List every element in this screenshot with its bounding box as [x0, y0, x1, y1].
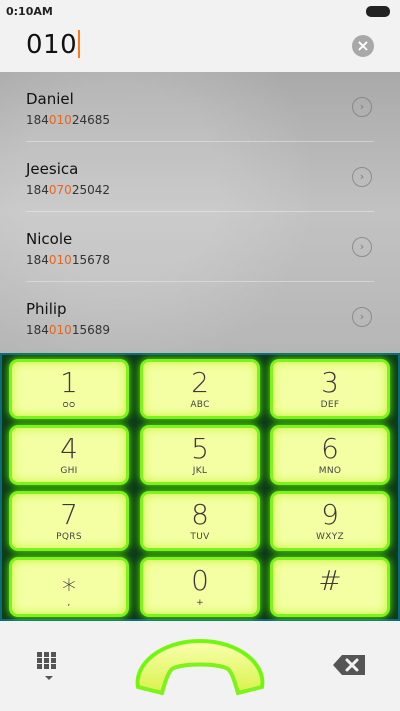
dial-input[interactable]: 010	[26, 30, 81, 60]
number-prefix: 184	[26, 323, 49, 337]
chevron-right-icon[interactable]: ›	[352, 97, 372, 117]
number-match: 010	[48, 113, 72, 127]
contact-number: 18407025042	[26, 183, 110, 197]
key-letters: ABC	[190, 400, 210, 410]
number-suffix: 15689	[71, 323, 110, 337]
key-digit: 5	[191, 432, 209, 465]
number-match: 010	[48, 323, 72, 337]
key-letters: GHI	[60, 466, 78, 476]
contact-number: 18401015678	[26, 253, 110, 267]
contact-name: Daniel	[26, 90, 74, 108]
key-digit: 2	[191, 366, 209, 399]
contact-name: Philip	[26, 300, 67, 318]
key-digit: 0	[191, 564, 209, 597]
key-letters: DEF	[320, 400, 340, 410]
dial-input-value: 010	[26, 30, 78, 60]
contact-number: 18401024685	[26, 113, 110, 127]
key-digit: 1	[60, 366, 78, 399]
chevron-right-icon[interactable]: ›	[352, 237, 372, 257]
key-3[interactable]: 3 DEF	[273, 362, 387, 416]
number-suffix: 25042	[71, 183, 110, 197]
chevron-right-icon[interactable]: ›	[352, 307, 372, 327]
key-letters: TUV	[190, 532, 210, 542]
key-4[interactable]: 4 GHI	[12, 428, 126, 482]
battery-icon	[366, 6, 390, 17]
key-digit: 6	[321, 432, 339, 465]
bottom-action-bar	[0, 621, 400, 711]
number-suffix: 24685	[71, 113, 110, 127]
key-1[interactable]: 1 ᴑᴑ	[12, 362, 126, 416]
key-5[interactable]: 5 JKL	[143, 428, 257, 482]
key-7[interactable]: 7 PQRS	[12, 494, 126, 548]
key-letters: WXYZ	[316, 532, 344, 542]
key-letters: PQRS	[56, 532, 82, 542]
dialpad-grid-icon[interactable]	[37, 652, 61, 680]
voicemail-icon: ᴑᴑ	[62, 400, 76, 410]
contact-name: Jeesica	[26, 160, 79, 178]
backspace-icon[interactable]	[332, 654, 366, 676]
key-letters: +	[196, 598, 204, 608]
key-digit: 7	[60, 498, 78, 531]
number-match: 070	[48, 183, 72, 197]
status-time: 0:10AM	[6, 5, 53, 18]
key-hash[interactable]: #	[273, 560, 387, 614]
key-digit: 9	[321, 498, 339, 531]
keypad: 1 ᴑᴑ 2 ABC 3 DEF 4 GHI 5 JKL 6 MNO 7 PQRS 8 TUV …	[0, 353, 400, 621]
dial-input-bar: 010 ×	[0, 22, 400, 72]
contact-row[interactable]: Jeesica 18407025042 ›	[0, 142, 400, 212]
key-digit: 8	[191, 498, 209, 531]
key-6[interactable]: 6 MNO	[273, 428, 387, 482]
chevron-right-icon[interactable]: ›	[352, 167, 372, 187]
contact-number: 18401015689	[26, 323, 110, 337]
contact-results-list: Daniel 18401024685 › Jeesica 18407025042…	[0, 72, 400, 353]
clear-icon[interactable]: ×	[352, 35, 374, 57]
contact-row[interactable]: Daniel 18401024685 ›	[0, 72, 400, 142]
key-star[interactable]: ⁎,	[12, 560, 126, 614]
status-bar: 0:10AM	[0, 0, 400, 22]
contact-row[interactable]: Nicole 18401015678 ›	[0, 212, 400, 282]
number-prefix: 184	[26, 253, 49, 267]
number-prefix: 184	[26, 183, 49, 197]
key-digit: 4	[60, 432, 78, 465]
key-letters: MNO	[318, 466, 342, 476]
contact-row[interactable]: Philip 18401015689 ›	[0, 282, 400, 352]
text-cursor	[78, 30, 81, 58]
key-letters: ,	[67, 598, 71, 608]
key-8[interactable]: 8 TUV	[143, 494, 257, 548]
number-match: 010	[48, 253, 72, 267]
key-0[interactable]: 0 +	[143, 560, 257, 614]
number-prefix: 184	[26, 113, 49, 127]
contact-name: Nicole	[26, 230, 73, 248]
number-suffix: 15678	[71, 253, 110, 267]
phone-handset-icon[interactable]	[130, 631, 270, 701]
key-2[interactable]: 2 ABC	[143, 362, 257, 416]
key-9[interactable]: 9 WXYZ	[273, 494, 387, 548]
key-digit: #	[318, 564, 342, 597]
key-digit: 3	[321, 366, 339, 399]
key-letters: JKL	[192, 466, 208, 476]
key-digit: ⁎	[62, 564, 76, 597]
